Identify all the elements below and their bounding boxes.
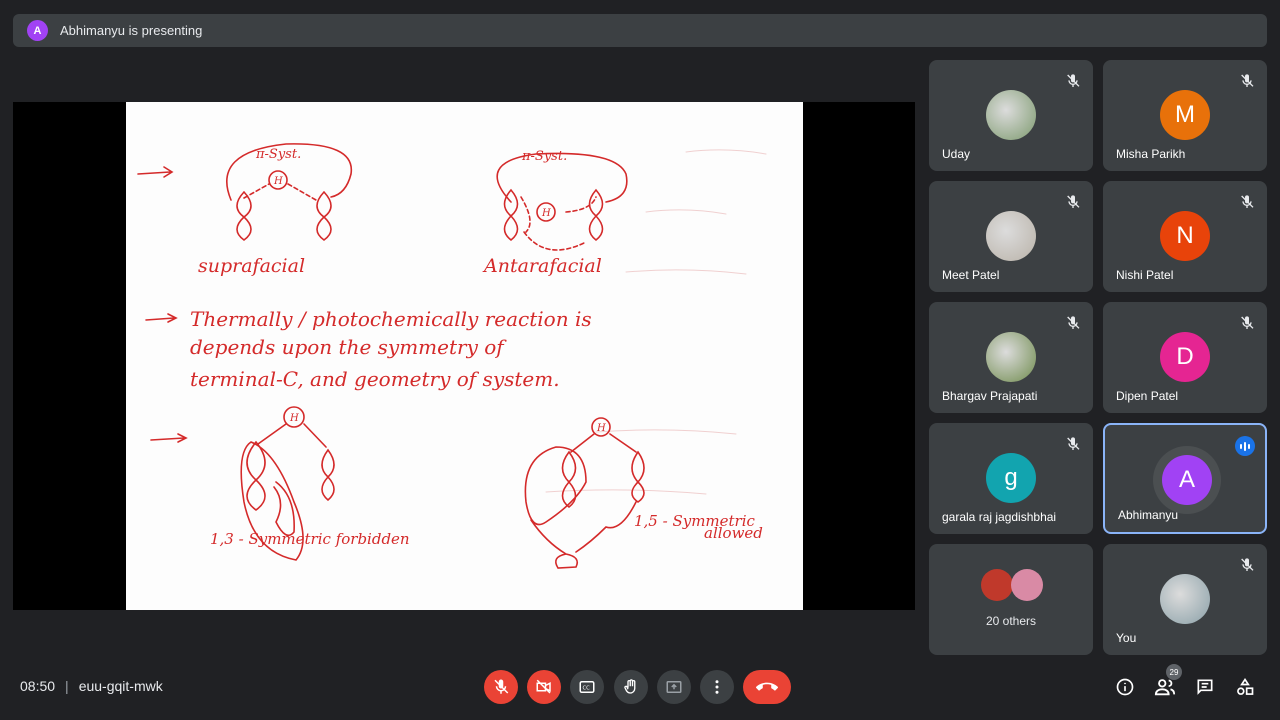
h-label-bottom-left: H [289, 413, 299, 424]
avatar: D [1160, 332, 1210, 382]
people-count-badge: 29 [1166, 664, 1182, 680]
participant-name: Dipen Patel [1116, 389, 1179, 403]
participant-tile[interactable]: M Misha Parikh [1103, 60, 1267, 171]
participant-name: You [1116, 631, 1137, 645]
more-options-icon [715, 680, 719, 694]
camera-toggle-button[interactable] [527, 670, 561, 704]
end-call-icon [756, 682, 778, 691]
avatar [986, 211, 1036, 261]
shared-slide: π-Syst. π-Syst. H H H H suprafacial Anta… [126, 102, 803, 610]
chat-button[interactable] [1194, 676, 1216, 698]
presentation-stage: π-Syst. π-Syst. H H H H suprafacial Anta… [13, 102, 915, 610]
participant-name: garala raj jagdishbhai [942, 510, 1057, 524]
mic-off-icon [494, 679, 509, 694]
participant-name: Nishi Patel [1116, 268, 1174, 282]
participant-tile[interactable]: Meet Patel [929, 181, 1093, 292]
present-icon [666, 681, 682, 693]
participant-tile[interactable]: Uday [929, 60, 1093, 171]
h-label-right: H [541, 208, 551, 219]
mic-muted-icon [1065, 194, 1081, 210]
h-label-bottom-right: H [596, 423, 606, 434]
participant-tile[interactable]: Bhargav Prajapati [929, 302, 1093, 413]
meeting-time: 08:50 [20, 678, 56, 694]
meeting-details-button[interactable] [1114, 676, 1136, 698]
info-icon [1116, 678, 1134, 696]
participant-tile[interactable]: N Nishi Patel [1103, 181, 1267, 292]
slide-line-2: depends upon the symmetry of [190, 335, 507, 359]
mic-muted-icon [1239, 315, 1255, 331]
avatar: N [1160, 211, 1210, 261]
mic-muted-icon [1065, 315, 1081, 331]
slide-drawing: π-Syst. π-Syst. H H H H suprafacial Anta… [137, 143, 767, 569]
mic-muted-icon [1065, 73, 1081, 89]
pi-label-right: π-Syst. [521, 149, 567, 164]
avatar: A [1162, 455, 1212, 505]
meeting-code: euu-gqit-mwk [78, 678, 163, 694]
speaking-indicator-icon [1235, 436, 1255, 456]
h-label-left: H [273, 176, 283, 187]
camera-off-icon [536, 679, 551, 694]
antarafacial-label: Antarafacial [482, 255, 602, 277]
activities-button[interactable] [1234, 676, 1256, 698]
avatar [1011, 569, 1043, 601]
mic-muted-icon [1239, 557, 1255, 573]
participant-tile[interactable]: A Abhimanyu [1103, 423, 1267, 534]
mic-toggle-button[interactable] [484, 670, 518, 704]
participant-name: Abhimanyu [1118, 508, 1179, 522]
svg-text:CC: CC [583, 685, 591, 691]
others-count: 20 others [985, 614, 1037, 628]
presenting-text: Abhimanyu is presenting [60, 23, 203, 38]
slide-line-3: terminal-C, and geometry of system. [190, 367, 560, 391]
suprafacial-label: suprafacial [198, 255, 305, 277]
mic-muted-icon [1239, 194, 1255, 210]
participant-name: Bhargav Prajapati [942, 389, 1038, 403]
participant-name: Uday [942, 147, 971, 161]
participant-tile[interactable]: You [1103, 544, 1267, 655]
separator: | [65, 678, 69, 694]
meeting-info: 08:50 | euu-gqit-mwk [20, 678, 163, 694]
participant-tile[interactable]: 20 others [929, 544, 1093, 655]
slide-line-1: Thermally / photochemically reaction is [190, 307, 592, 331]
avatar: g [986, 453, 1036, 503]
activities-icon [1237, 677, 1254, 695]
participant-tile[interactable]: D Dipen Patel [1103, 302, 1267, 413]
mic-muted-icon [1065, 436, 1081, 452]
participant-name: Meet Patel [942, 268, 1000, 282]
avatar: M [1160, 90, 1210, 140]
forbidden-label: 1,3 - Symmetric forbidden [210, 530, 410, 548]
presenter-avatar: A [27, 20, 48, 41]
avatar [981, 569, 1013, 601]
avatar [1160, 574, 1210, 624]
raise-hand-button[interactable] [614, 670, 648, 704]
pi-label-left: π-Syst. [255, 147, 301, 162]
participant-tile[interactable]: g garala raj jagdishbhai [929, 423, 1093, 534]
raise-hand-icon [624, 679, 636, 694]
captions-icon: CC [579, 681, 595, 693]
more-options-button[interactable] [700, 670, 734, 704]
chat-icon [1197, 679, 1213, 695]
captions-button[interactable]: CC [570, 670, 604, 704]
mic-muted-icon [1239, 73, 1255, 89]
avatar [986, 90, 1036, 140]
participant-name: Misha Parikh [1116, 147, 1186, 161]
end-call-button[interactable] [743, 670, 791, 704]
avatar [986, 332, 1036, 382]
presenting-banner: A Abhimanyu is presenting [13, 14, 1267, 47]
present-button[interactable] [657, 670, 691, 704]
allowed-label-2: allowed [704, 524, 763, 542]
